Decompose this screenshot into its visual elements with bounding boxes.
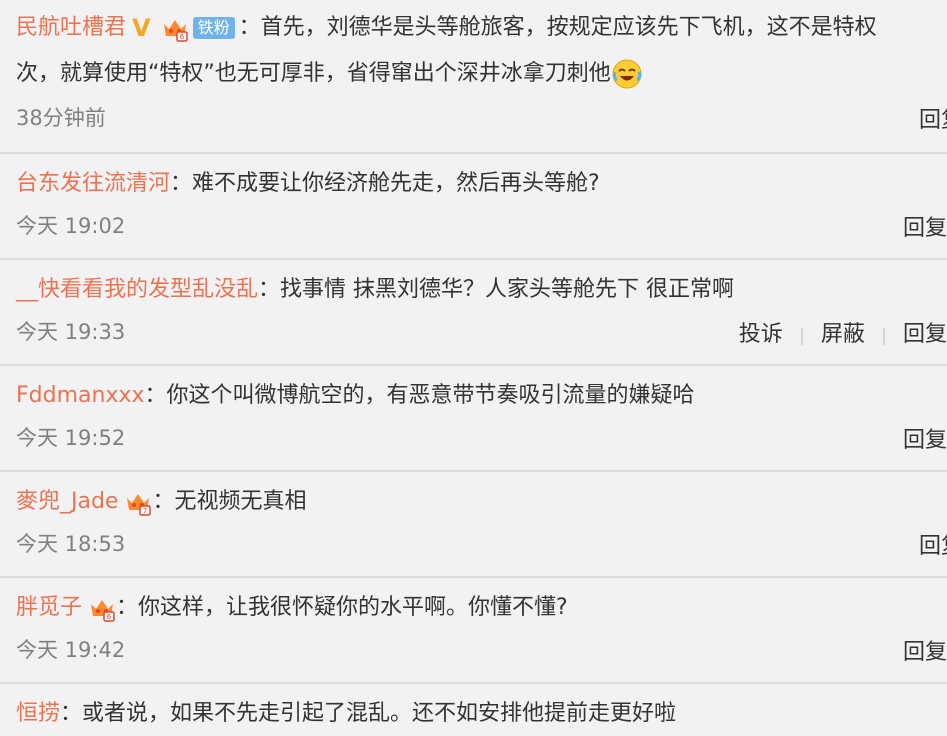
reply-button[interactable]: 回复 bbox=[903, 322, 947, 347]
svg-text:6: 6 bbox=[179, 33, 184, 41]
colon: ： bbox=[238, 15, 261, 40]
comment-actions: 投诉 | 屏蔽 | 回复 bbox=[739, 316, 947, 348]
comment-meta: 38分钟前 回复 bbox=[16, 100, 947, 140]
crown-member-icon: 6 bbox=[88, 594, 116, 622]
comment-item: 胖觅子 6 ：你这样，让我很怀疑你的水平啊。你懂不懂? 今天 19:42 回复 bbox=[0, 578, 947, 684]
reply-button[interactable]: 回复 bbox=[903, 216, 947, 241]
reply-button[interactable]: 回复 bbox=[903, 640, 947, 665]
comment-time: 今天 19:52 bbox=[16, 426, 126, 450]
comment-username[interactable]: 麥兜_Jade bbox=[16, 489, 118, 514]
comment-text: 或者说，如果不先走引起了混乱。还不如安排他提前走更好啦 bbox=[82, 701, 677, 726]
comment-meta: 今天 19:52 回复 bbox=[16, 420, 947, 460]
comment-actions: 回复 bbox=[903, 210, 947, 242]
comment-item: __快看看我的发型乱没乱：找事情 抹黑刘德华？人家头等舱先下 很正常啊 今天 1… bbox=[0, 260, 947, 366]
comment-time: 今天 19:02 bbox=[16, 214, 126, 238]
comment-time: 今天 19:42 bbox=[16, 638, 126, 662]
comment-text: 你这个叫微博航空的，有恶意带节奏吸引流量的嫌疑哈 bbox=[166, 383, 695, 408]
comment-text: 次，就算使用“特权”也无可厚非，省得窜出个深井冰拿刀刺他 bbox=[16, 61, 611, 86]
comment-username[interactable]: 恒捞 bbox=[16, 701, 60, 726]
comment-text: 你这样，让我很怀疑你的水平啊。你懂不懂? bbox=[138, 595, 568, 620]
fan-badge: 铁粉 bbox=[192, 17, 235, 39]
reply-button[interactable]: 回复 bbox=[903, 428, 947, 453]
comment-username[interactable]: 民航吐槽君 bbox=[16, 15, 126, 40]
comment-actions: 回复 bbox=[903, 634, 947, 666]
comment-actions: 回复 bbox=[919, 528, 947, 560]
comment-body: 台东发往流清河：难不成要让你经济舱先走，然后再头等舱? bbox=[16, 168, 947, 200]
comment-body: 麥兜_Jade 7 ：无视频无真相 bbox=[16, 486, 947, 518]
colon: ： bbox=[170, 171, 193, 196]
comment-text: 首先，刘德华是头等舱旅客，按规定应该先下飞机，这不是特权 bbox=[260, 15, 877, 40]
comment-username[interactable]: 台东发往流清河 bbox=[16, 171, 170, 196]
comment-text: 找事情 抹黑刘德华？人家头等舱先下 很正常啊 bbox=[280, 277, 735, 302]
comment-username[interactable]: Fddmanxxx bbox=[16, 383, 145, 408]
comment-text: 无视频无真相 bbox=[174, 489, 307, 514]
comment-time: 今天 18:53 bbox=[16, 532, 126, 556]
comment-actions: 回复 bbox=[919, 102, 947, 134]
colon: ： bbox=[152, 489, 175, 514]
comment-body: Fddmanxxx：你这个叫微博航空的，有恶意带节奏吸引流量的嫌疑哈 bbox=[16, 380, 947, 412]
comment-actions: 回复 bbox=[903, 422, 947, 454]
comment-body: __快看看我的发型乱没乱：找事情 抹黑刘德华？人家头等舱先下 很正常啊 bbox=[16, 274, 947, 306]
comment-body: 民航吐槽君 V 6 铁粉 ：首先，刘德华是头等舱旅客，按规定应该先下飞机，这不是特权 bbox=[16, 12, 947, 44]
divider: | bbox=[880, 325, 887, 346]
block-button[interactable]: 屏蔽 bbox=[821, 322, 865, 347]
comment-text: 难不成要让你经济舱先走，然后再头等舱? bbox=[192, 171, 600, 196]
comment-body: 胖觅子 6 ：你这样，让我很怀疑你的水平啊。你懂不懂? bbox=[16, 592, 947, 624]
laughing-crying-emoji-icon bbox=[611, 58, 643, 90]
comment-username[interactable]: __快看看我的发型乱没乱 bbox=[16, 277, 258, 302]
comment-item: 台东发往流清河：难不成要让你经济舱先走，然后再头等舱? 今天 19:02 回复 bbox=[0, 154, 947, 260]
comment-meta: 今天 19:33 投诉 | 屏蔽 | 回复 bbox=[16, 314, 947, 354]
comment-item: 恒捞：或者说，如果不先走引起了混乱。还不如安排他提前走更好啦 bbox=[0, 684, 947, 736]
comment-item: 民航吐槽君 V 6 铁粉 ：首先，刘德华是头等舱旅客，按规定应该先下飞机，这不是特权 次… bbox=[0, 0, 947, 154]
comment-username[interactable]: 胖觅子 bbox=[16, 595, 82, 620]
verified-v-icon: V bbox=[132, 14, 151, 42]
comment-time: 今天 19:33 bbox=[16, 320, 126, 344]
colon: ： bbox=[60, 701, 83, 726]
crown-member-icon: 7 bbox=[124, 488, 152, 516]
crown-member-icon: 6 bbox=[161, 14, 189, 42]
colon: ： bbox=[144, 383, 167, 408]
comment-body: 恒捞：或者说，如果不先走引起了混乱。还不如安排他提前走更好啦 bbox=[16, 698, 947, 730]
comment-meta: 今天 19:42 回复 bbox=[16, 632, 947, 672]
comment-meta: 今天 18:53 回复 bbox=[16, 526, 947, 566]
reply-button[interactable]: 回复 bbox=[919, 108, 947, 133]
divider: | bbox=[798, 325, 805, 346]
colon: ： bbox=[258, 277, 281, 302]
comment-list: 民航吐槽君 V 6 铁粉 ：首先，刘德华是头等舱旅客，按规定应该先下飞机，这不是特权 次… bbox=[0, 0, 947, 736]
comment-body-line2: 次，就算使用“特权”也无可厚非，省得窜出个深井冰拿刀刺他 bbox=[16, 58, 947, 90]
svg-text:6: 6 bbox=[107, 613, 112, 621]
svg-text:7: 7 bbox=[143, 507, 147, 515]
comment-time: 38分钟前 bbox=[16, 106, 106, 130]
comment-item: 麥兜_Jade 7 ：无视频无真相 今天 18:53 回复 bbox=[0, 472, 947, 578]
comment-meta: 今天 19:02 回复 bbox=[16, 208, 947, 248]
report-button[interactable]: 投诉 bbox=[739, 322, 783, 347]
reply-button[interactable]: 回复 bbox=[919, 534, 947, 559]
colon: ： bbox=[116, 595, 139, 620]
comment-item: Fddmanxxx：你这个叫微博航空的，有恶意带节奏吸引流量的嫌疑哈 今天 19… bbox=[0, 366, 947, 472]
